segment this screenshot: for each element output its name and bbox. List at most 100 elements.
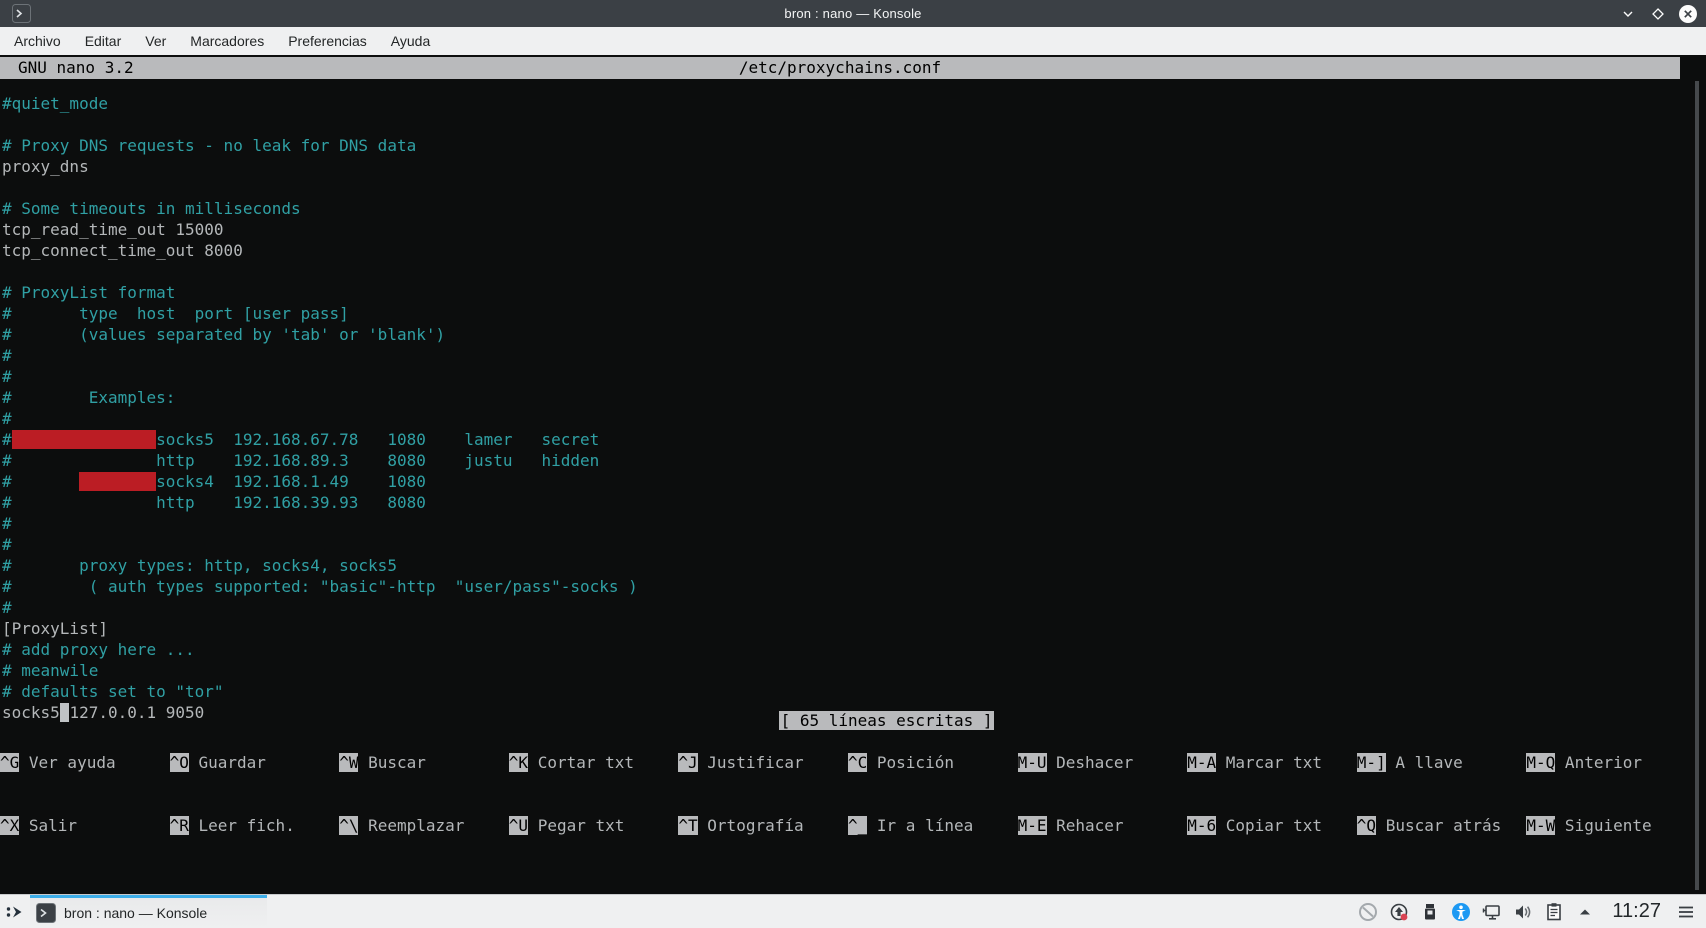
- konsole-task-icon: [36, 903, 56, 923]
- minimize-button[interactable]: [1617, 3, 1638, 24]
- clipboard-icon[interactable]: [1544, 902, 1564, 922]
- buffer-line: #quiet_mode: [2, 93, 1706, 114]
- shortcut-label: Cortar txt: [528, 753, 634, 772]
- shortcut-key: M-]: [1357, 753, 1386, 772]
- maximize-button[interactable]: [1647, 3, 1668, 24]
- kali-logo-icon: [4, 901, 26, 923]
- shortcut-key: ^\: [339, 816, 358, 835]
- hamburger-menu-icon[interactable]: [1676, 902, 1696, 922]
- menu-ver[interactable]: Ver: [133, 29, 178, 53]
- buffer-line: # proxy types: http, socks4, socks5: [2, 555, 1706, 576]
- menubar: Archivo Editar Ver Marcadores Preferenci…: [0, 27, 1706, 55]
- red-highlight: [79, 472, 156, 491]
- shortcut-label: Guardar: [189, 753, 266, 772]
- shortcut-key: ^O: [170, 753, 189, 772]
- task-label: bron : nano — Konsole: [64, 905, 207, 921]
- clock[interactable]: 11:27: [1612, 900, 1661, 923]
- menu-preferencias[interactable]: Preferencias: [276, 29, 379, 53]
- menu-ayuda[interactable]: Ayuda: [379, 29, 442, 53]
- nano-shortcut: M-Q Anterior: [1526, 752, 1696, 773]
- shortcut-label: Salir: [19, 816, 77, 835]
- shortcut-key: ^W: [339, 753, 358, 772]
- nano-shortcut: ^\ Reemplazar: [339, 815, 509, 836]
- buffer-line: # Some timeouts in milliseconds: [2, 198, 1706, 219]
- removable-device-icon[interactable]: [1420, 902, 1440, 922]
- shortcut-label: Deshacer: [1047, 753, 1134, 772]
- terminal-scrollbar[interactable]: [1695, 81, 1699, 890]
- nano-shortcut: ^G Ver ayuda: [0, 752, 170, 773]
- task-button-konsole[interactable]: bron : nano — Konsole: [30, 895, 267, 928]
- nano-shortcut: ^C Posición: [848, 752, 1018, 773]
- editor-buffer[interactable]: #quiet_mode # Proxy DNS requests - no lea…: [2, 93, 1706, 723]
- system-tray: 11:27: [1358, 900, 1706, 923]
- nano-status-message: [ 65 líneas escritas ]: [779, 711, 995, 730]
- buffer-line: [2, 261, 1706, 282]
- nano-shortcut: ^U Pegar txt: [509, 815, 679, 836]
- nano-titlebar: GNU nano 3.2 /etc/proxychains.conf: [0, 57, 1680, 79]
- nano-version-label: GNU nano 3.2: [18, 57, 134, 78]
- shortcut-key: ^X: [0, 816, 19, 835]
- kde-connect-icon[interactable]: [1482, 902, 1502, 922]
- menu-editar[interactable]: Editar: [73, 29, 134, 53]
- shortcut-label: Buscar atrás: [1376, 816, 1501, 835]
- buffer-line: #: [2, 534, 1706, 555]
- buffer-line: #: [2, 408, 1706, 429]
- buffer-line: # Proxy DNS requests - no leak for DNS d…: [2, 135, 1706, 156]
- buffer-line: [2, 177, 1706, 198]
- shortcut-label: Ver ayuda: [19, 753, 115, 772]
- nano-shortcut: M-6 Copiar txt: [1187, 815, 1357, 836]
- shortcut-label: Posición: [867, 753, 954, 772]
- buffer-line: tcp_read_time_out 15000: [2, 219, 1706, 240]
- nano-shortcut: ^O Guardar: [170, 752, 340, 773]
- shortcut-label: Leer fich.: [189, 816, 295, 835]
- nano-shortcut: M-] A llave: [1357, 752, 1527, 773]
- window-controls: [1617, 3, 1698, 24]
- shortcut-label: Siguiente: [1555, 816, 1651, 835]
- nano-shortcuts-row2: ^X Salir ^R Leer fich. ^\ Reemplazar^U Peg…: [0, 815, 1696, 836]
- shortcut-key: M-W: [1526, 816, 1555, 835]
- titlebar[interactable]: bron : nano — Konsole: [0, 0, 1706, 27]
- nano-shortcuts-row1: ^G Ver ayuda^O Guardar^W Buscar^K Cortar…: [0, 752, 1696, 773]
- konsole-app-icon: [12, 4, 31, 23]
- nano-shortcut: ^K Cortar txt: [509, 752, 679, 773]
- konsole-window: bron : nano — Konsole Archivo Editar Ver…: [0, 0, 1706, 928]
- offline-status-icon[interactable]: [1358, 902, 1378, 922]
- buffer-line: # http 192.168.39.93 8080: [2, 492, 1706, 513]
- close-button[interactable]: [1677, 3, 1698, 24]
- shortcut-key: ^G: [0, 753, 19, 772]
- nano-shortcut: M-W Siguiente: [1526, 815, 1696, 836]
- shortcut-key: ^J: [678, 753, 697, 772]
- buffer-line: # socks4 192.168.1.49 1080: [2, 471, 1706, 492]
- menu-marcadores[interactable]: Marcadores: [178, 29, 276, 53]
- shortcut-label: Pegar txt: [528, 816, 624, 835]
- shortcut-label: Anterior: [1555, 753, 1642, 772]
- buffer-line: # socks5 192.168.67.78 1080 lamer secret: [2, 429, 1706, 450]
- buffer-line: # ( auth types supported: "basic"-http "…: [2, 576, 1706, 597]
- terminal-area[interactable]: GNU nano 3.2 /etc/proxychains.conf #quie…: [0, 55, 1706, 894]
- buffer-line: [2, 114, 1706, 135]
- shortcut-key: M-U: [1018, 753, 1047, 772]
- shortcut-key: ^R: [170, 816, 189, 835]
- window-title: bron : nano — Konsole: [0, 6, 1706, 21]
- shortcut-label: Ortografía: [698, 816, 804, 835]
- shortcut-key: ^_: [848, 816, 867, 835]
- buffer-line: #: [2, 366, 1706, 387]
- buffer-line: proxy_dns: [2, 156, 1706, 177]
- shortcut-key: ^U: [509, 816, 528, 835]
- nano-shortcut: ^_ Ir a línea: [848, 815, 1018, 836]
- nano-shortcut: ^Q Buscar atrás: [1357, 815, 1527, 836]
- app-launcher-button[interactable]: [0, 895, 30, 928]
- accessibility-icon[interactable]: [1451, 902, 1471, 922]
- buffer-line: # (values separated by 'tab' or 'blank'): [2, 324, 1706, 345]
- menu-archivo[interactable]: Archivo: [2, 29, 73, 53]
- nano-shortcut: ^W Buscar: [339, 752, 509, 773]
- shortcut-label: Rehacer: [1047, 816, 1124, 835]
- updates-available-icon[interactable]: [1389, 902, 1409, 922]
- shortcut-label: A llave: [1386, 753, 1463, 772]
- nano-footer: [ 65 líneas escritas ] ^G Ver ayuda^O Gu…: [0, 647, 1696, 878]
- shortcut-label: Marcar txt: [1216, 753, 1322, 772]
- volume-icon[interactable]: [1513, 902, 1533, 922]
- shortcut-key: M-A: [1187, 753, 1216, 772]
- expand-tray-icon[interactable]: [1575, 902, 1595, 922]
- shortcut-label: Ir a línea: [867, 816, 973, 835]
